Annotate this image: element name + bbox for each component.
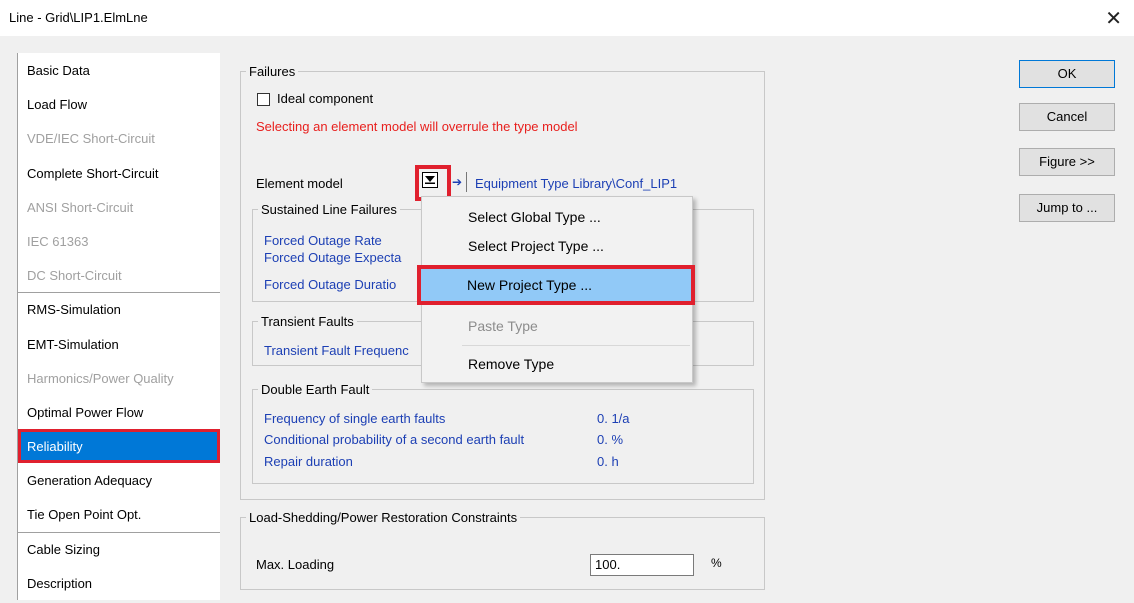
dialog-body: Basic Data Load Flow VDE/IEC Short-Circu… [0, 36, 1134, 603]
close-icon[interactable]: ✕ [1105, 6, 1122, 31]
tab-load-flow[interactable]: Load Flow [18, 87, 220, 122]
element-model-label: Element model [256, 176, 343, 191]
menu-separator [462, 345, 690, 346]
tab-emt-simulation[interactable]: EMT-Simulation [18, 326, 220, 361]
ideal-component-label: Ideal component [277, 91, 374, 106]
sustained-legend: Sustained Line Failures [261, 202, 397, 217]
ok-button[interactable]: OK [1019, 60, 1115, 88]
load-shedding-group: Load-Shedding/Power Restoration Constrai… [240, 510, 765, 590]
figure-button[interactable]: Figure >> [1019, 148, 1115, 176]
ideal-component-checkbox[interactable] [257, 93, 270, 106]
tab-ansi-short-circuit[interactable]: ANSI Short-Circuit [18, 189, 220, 224]
failures-legend: Failures [249, 64, 296, 79]
dropdown-box [422, 172, 438, 188]
second-earth-fault-label: Conditional probability of a second eart… [264, 432, 525, 447]
transient-legend: Transient Faults [261, 314, 354, 329]
tab-iec-61363[interactable]: IEC 61363 [18, 223, 220, 259]
tab-reliability[interactable]: Reliability [18, 429, 220, 464]
forced-outage-rate-label: Forced Outage Rate [264, 233, 382, 248]
menu-item-select-project-type[interactable]: Select Project Type ... [468, 238, 604, 254]
tab-cable-sizing[interactable]: Cable Sizing [18, 531, 220, 566]
second-earth-fault-value: 0. % [597, 432, 624, 447]
menu-item-paste-type[interactable]: Paste Type [468, 318, 538, 334]
tab-description[interactable]: Description [18, 565, 220, 600]
type-context-menu: Select Global Type ... Select Project Ty… [417, 196, 695, 383]
menu-item-remove-type[interactable]: Remove Type [468, 356, 554, 372]
repair-duration-value: 0. h [597, 454, 619, 469]
single-earth-faults-label: Frequency of single earth faults [264, 411, 446, 426]
jump-to-button[interactable]: Jump to ... [1019, 194, 1115, 222]
tab-rms-simulation[interactable]: RMS-Simulation [18, 292, 220, 327]
load-shedding-legend: Load-Shedding/Power Restoration Constrai… [249, 510, 518, 525]
path-divider [466, 172, 467, 192]
window-title: Line - Grid\LIP1.ElmLne [9, 10, 148, 25]
cancel-button[interactable]: Cancel [1019, 103, 1115, 131]
max-loading-input[interactable]: 100. [590, 554, 694, 576]
menu-item-select-global-type[interactable]: Select Global Type ... [468, 209, 601, 225]
type-overrule-warning: Selecting an element model will overrule… [256, 119, 578, 134]
forced-outage-duration-label: Forced Outage Duratio [264, 277, 397, 292]
menu-item-new-project-type-label: New Project Type ... [467, 277, 593, 293]
repair-duration-label: Repair duration [264, 454, 353, 469]
max-loading-unit: % [711, 556, 722, 570]
type-path-link[interactable]: Equipment Type Library\Conf_LIP1 [475, 176, 677, 191]
menu-item-new-project-type[interactable]: New Project Type ... [417, 265, 695, 305]
tab-vde-iec-short-circuit[interactable]: VDE/IEC Short-Circuit [18, 121, 220, 156]
tab-basic-data[interactable]: Basic Data [18, 53, 220, 88]
tab-generation-adequacy[interactable]: Generation Adequacy [18, 463, 220, 498]
page-tab-list: Basic Data Load Flow VDE/IEC Short-Circu… [17, 53, 220, 600]
tab-optimal-power-flow[interactable]: Optimal Power Flow [18, 394, 220, 430]
tab-tie-open-point-opt[interactable]: Tie Open Point Opt. [18, 497, 220, 532]
tab-harmonics-power-quality[interactable]: Harmonics/Power Quality [18, 360, 220, 395]
double-earth-legend: Double Earth Fault [261, 382, 370, 397]
title-bar: Line - Grid\LIP1.ElmLne ✕ [0, 0, 1134, 36]
jump-arrow-icon[interactable]: ➔ [452, 175, 462, 189]
tab-complete-short-circuit[interactable]: Complete Short-Circuit [18, 155, 220, 190]
tab-dc-short-circuit[interactable]: DC Short-Circuit [18, 258, 220, 293]
chevron-down-icon [425, 176, 435, 184]
single-earth-faults-value: 0. 1/a [597, 411, 630, 426]
max-loading-label: Max. Loading [256, 557, 335, 572]
forced-outage-expectancy-label: Forced Outage Expecta [264, 250, 402, 265]
transient-fault-frequency-label: Transient Fault Frequenc [264, 343, 409, 358]
